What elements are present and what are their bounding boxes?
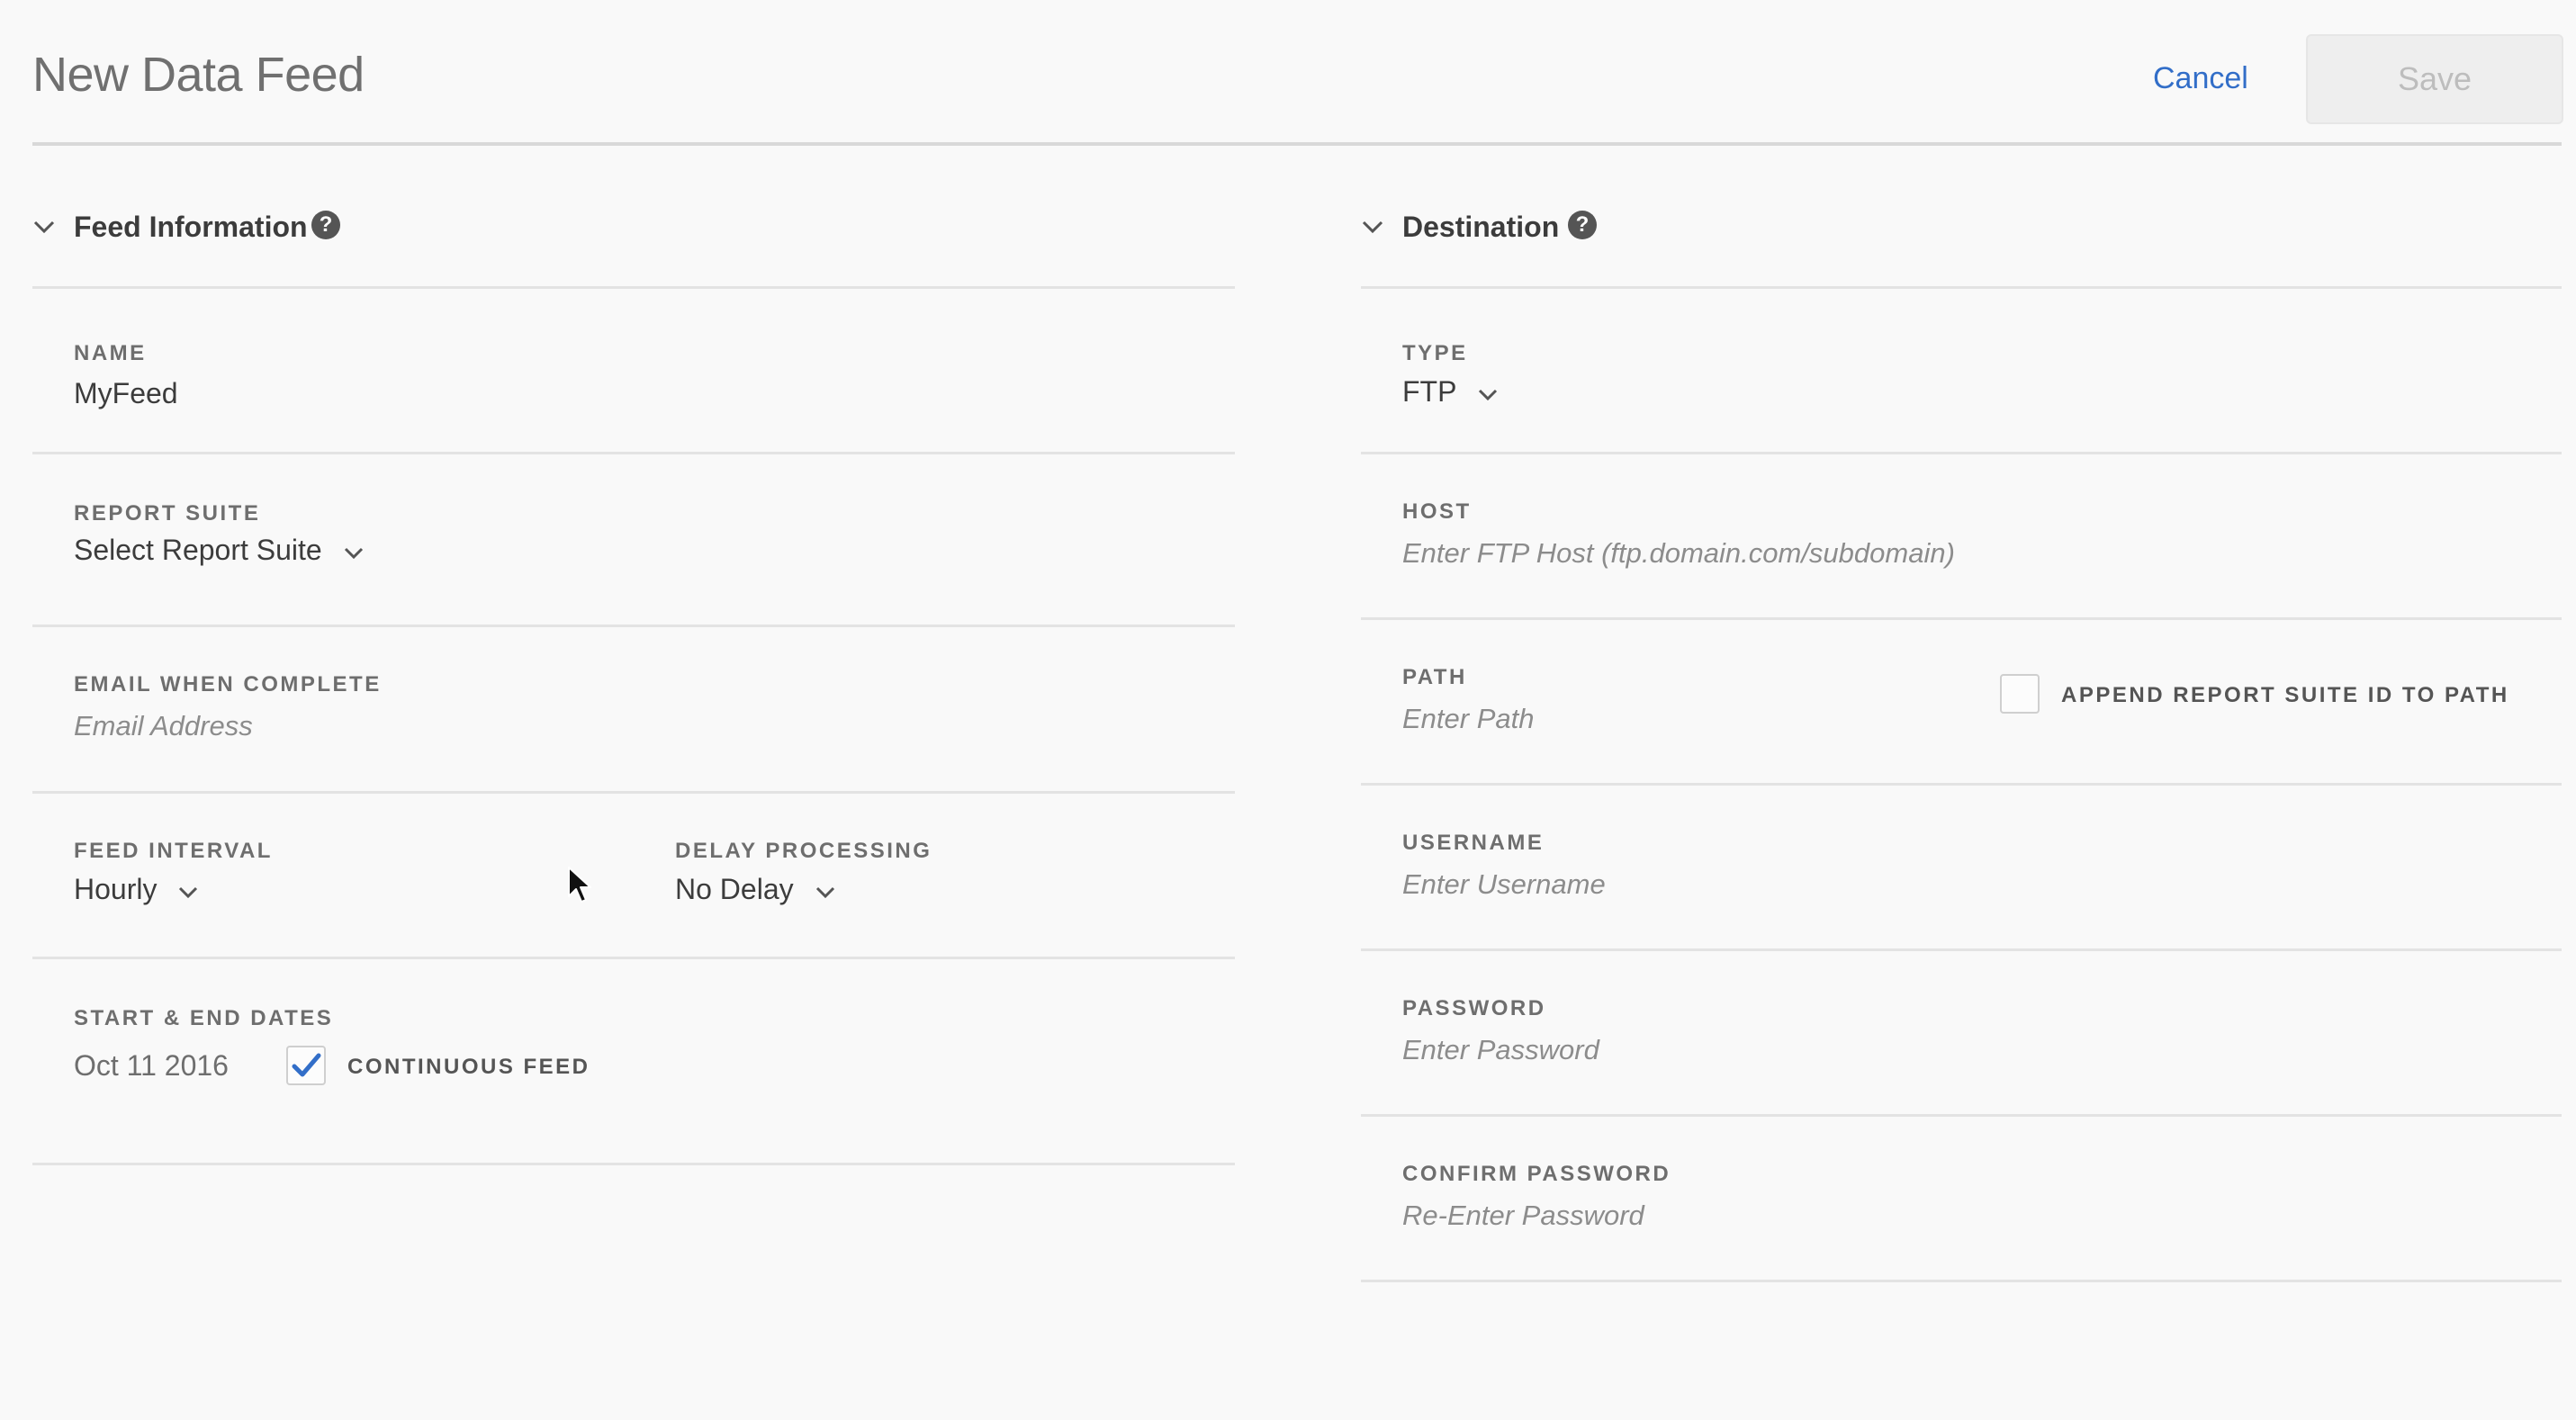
checkmark-icon <box>292 1053 321 1077</box>
confirm-password-label: CONFIRM PASSWORD <box>1402 1162 1671 1186</box>
start-date-value[interactable]: Oct 11 2016 <box>74 1049 229 1083</box>
chevron-down-icon <box>815 886 834 898</box>
type-label: TYPE <box>1402 341 1468 365</box>
email-input[interactable]: Email Address <box>74 710 253 742</box>
password-field-row: PASSWORD Enter Password <box>1361 951 2562 1117</box>
feed-information-header[interactable]: Feed Information ? <box>32 189 1235 289</box>
username-label: USERNAME <box>1402 831 1545 855</box>
report-suite-value: Select Report Suite <box>74 534 322 566</box>
continuous-feed-checkbox[interactable] <box>286 1046 326 1085</box>
chevron-down-icon <box>1478 389 1497 400</box>
type-field-row: TYPE FTP <box>1361 289 2562 454</box>
name-label: NAME <box>74 341 147 365</box>
type-value: FTP <box>1402 375 1456 408</box>
delay-processing-select[interactable]: No Delay <box>675 873 836 906</box>
path-field-row: PATH Enter Path APPEND REPORT SUITE ID T… <box>1361 620 2562 786</box>
delay-processing-value: No Delay <box>675 873 794 905</box>
section-title: Feed Information <box>74 211 308 243</box>
path-label: PATH <box>1402 665 1467 689</box>
host-label: HOST <box>1402 499 1472 524</box>
feed-interval-label: FEED INTERVAL <box>74 839 273 863</box>
password-label: PASSWORD <box>1402 996 1546 1020</box>
section-title: Destination <box>1402 211 1560 243</box>
continuous-feed-label: CONTINUOUS FEED <box>347 1055 590 1079</box>
delay-processing-label: DELAY PROCESSING <box>675 839 932 863</box>
interval-delay-field-row: FEED INTERVAL Hourly DELAY PROCESSING No… <box>32 794 1235 959</box>
name-input[interactable]: MyFeed <box>74 377 178 410</box>
chevron-down-icon[interactable] <box>32 214 56 238</box>
append-report-suite-label: APPEND REPORT SUITE ID TO PATH <box>2061 683 2509 707</box>
report-suite-field-row: REPORT SUITE Select Report Suite <box>32 454 1235 627</box>
page-title: New Data Feed <box>32 48 365 102</box>
feed-information-section: Feed Information ? NAME MyFeed REPORT SU… <box>32 189 1235 1165</box>
help-icon[interactable]: ? <box>311 211 340 239</box>
dates-field-row: START & END DATES Oct 11 2016 CONTINUOUS… <box>32 959 1235 1165</box>
confirm-password-field-row: CONFIRM PASSWORD Re-Enter Password <box>1361 1117 2562 1282</box>
name-field-row: NAME MyFeed <box>32 289 1235 454</box>
chevron-down-icon[interactable] <box>1361 214 1384 238</box>
destination-header[interactable]: Destination ? <box>1361 189 2562 289</box>
host-input[interactable]: Enter FTP Host (ftp.domain.com/subdomain… <box>1402 537 1955 570</box>
new-data-feed-page: New Data Feed Cancel Save Feed Informati… <box>0 0 2576 1420</box>
report-suite-label: REPORT SUITE <box>74 501 261 526</box>
email-field-row: EMAIL WHEN COMPLETE Email Address <box>32 627 1235 794</box>
dates-label: START & END DATES <box>74 1006 334 1030</box>
password-input[interactable]: Enter Password <box>1402 1034 1599 1066</box>
destination-section: Destination ? TYPE FTP HOST Enter FTP Ho… <box>1361 189 2562 1282</box>
chevron-down-icon <box>344 547 363 559</box>
mouse-pointer-icon <box>568 867 591 903</box>
append-report-suite-checkbox[interactable] <box>2000 674 2040 714</box>
path-input[interactable]: Enter Path <box>1402 703 1534 735</box>
feed-interval-select[interactable]: Hourly <box>74 873 199 906</box>
feed-interval-value: Hourly <box>74 873 158 905</box>
help-icon[interactable]: ? <box>1568 211 1597 239</box>
type-select[interactable]: FTP <box>1402 375 1499 409</box>
username-input[interactable]: Enter Username <box>1402 868 1606 901</box>
username-field-row: USERNAME Enter Username <box>1361 786 2562 951</box>
page-header: New Data Feed Cancel Save <box>32 0 2563 146</box>
chevron-down-icon <box>179 886 198 898</box>
email-label: EMAIL WHEN COMPLETE <box>74 672 382 697</box>
cancel-button[interactable]: Cancel <box>2153 61 2248 96</box>
save-button[interactable]: Save <box>2306 34 2563 124</box>
confirm-password-input[interactable]: Re-Enter Password <box>1402 1200 1644 1232</box>
host-field-row: HOST Enter FTP Host (ftp.domain.com/subd… <box>1361 454 2562 620</box>
report-suite-select[interactable]: Select Report Suite <box>74 534 365 567</box>
